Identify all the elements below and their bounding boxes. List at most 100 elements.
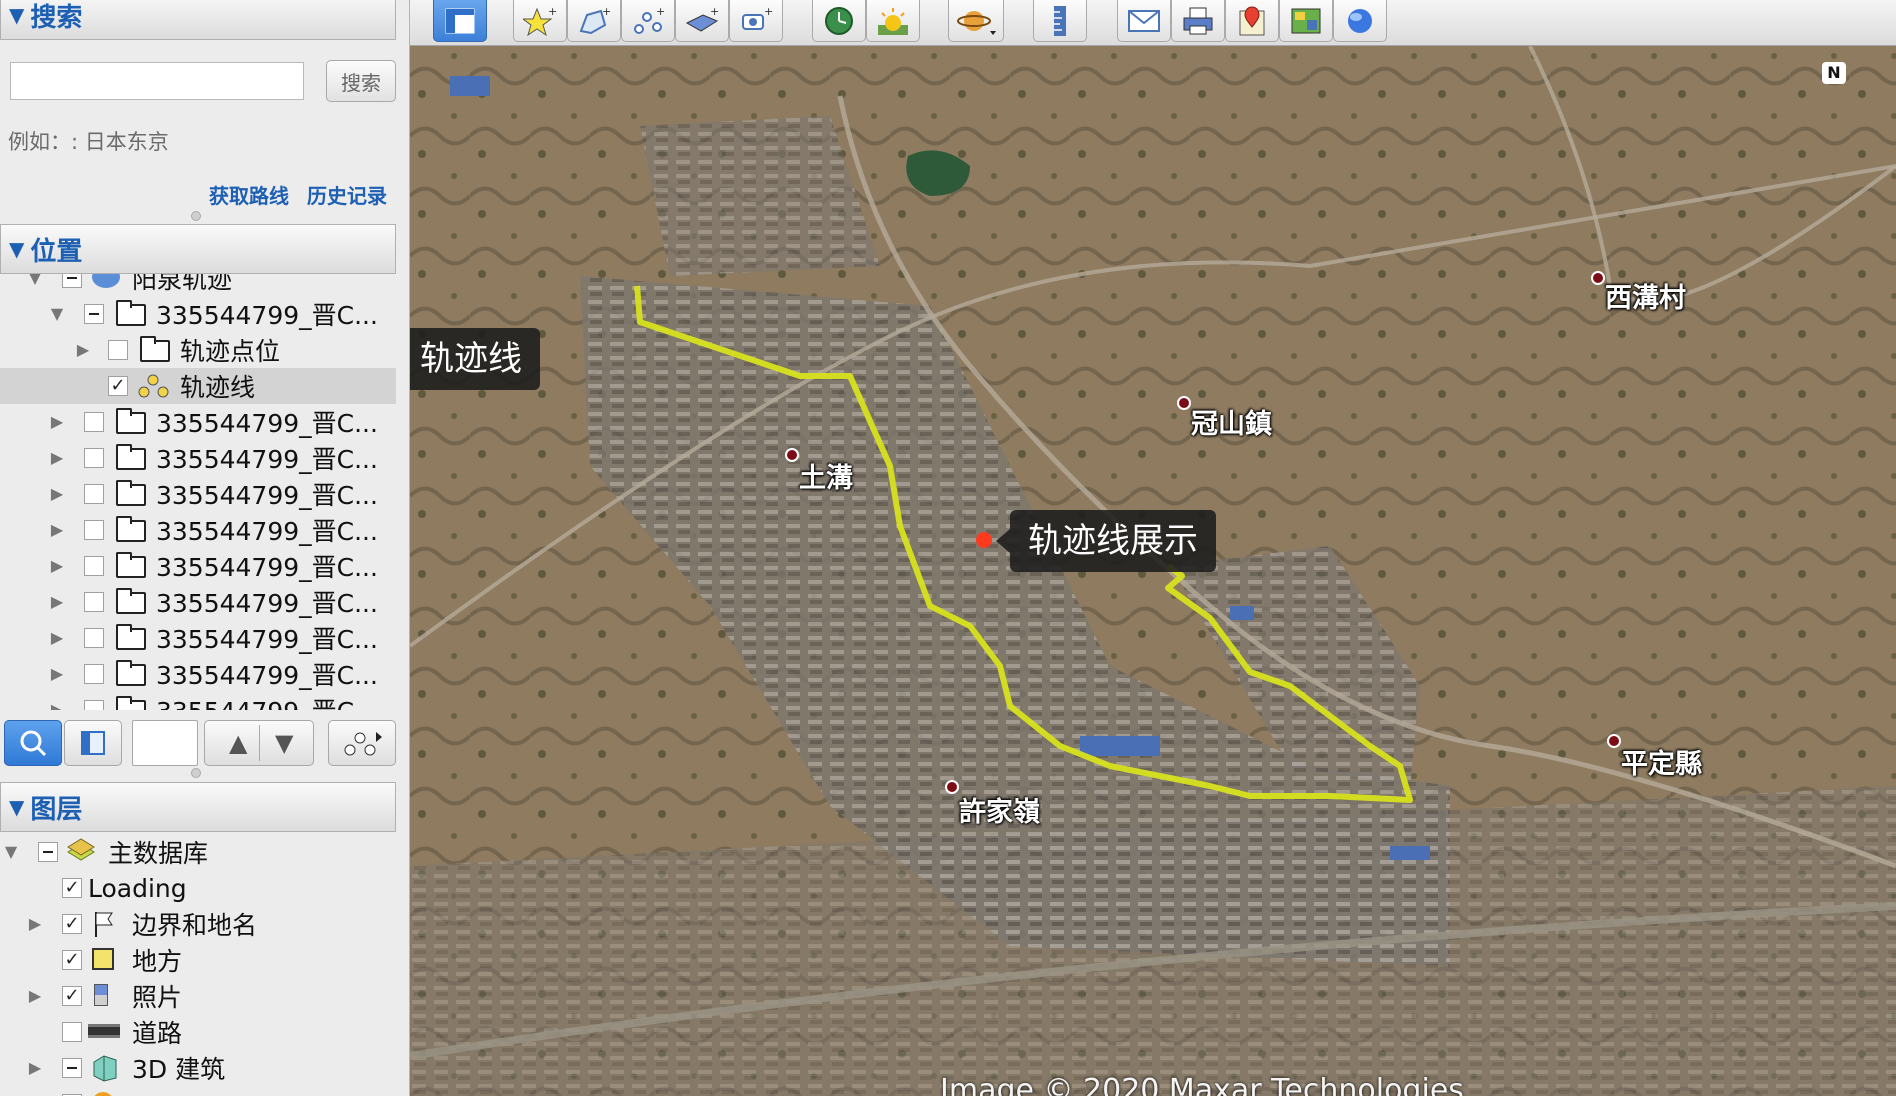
place-pin-icon[interactable]: [785, 448, 799, 462]
tree-row[interactable]: ▶ 335544799_晋C...: [0, 404, 396, 440]
layer-row[interactable]: ▼ 主数据库: [0, 834, 396, 870]
tree-row[interactable]: ▶ 335544799_晋C...: [0, 548, 396, 584]
layers-panel-header[interactable]: ▼ 图层: [0, 782, 396, 832]
switch-planet-button[interactable]: [948, 0, 1004, 42]
tree-row[interactable]: ▶ 轨迹点位: [0, 332, 396, 368]
historical-imagery-button[interactable]: [812, 0, 866, 42]
place-pin-icon[interactable]: [1607, 734, 1621, 748]
checkbox[interactable]: [84, 448, 104, 468]
expand-arrow-icon[interactable]: ▶: [26, 915, 44, 933]
tree-row-selected[interactable]: ✓ 轨迹线: [0, 368, 396, 404]
email-button[interactable]: [1117, 0, 1171, 42]
layers-tree[interactable]: ▼ 主数据库 ✓ Loading ▶ ✓ 边界和地名 ✓ 地方 ▶ ✓ 照片 道…: [0, 834, 396, 1096]
layer-row[interactable]: ▶ ✓ 照片: [0, 978, 396, 1014]
print-button[interactable]: [1171, 0, 1225, 42]
toggle-panel-button[interactable]: [64, 720, 122, 766]
place-pin-icon[interactable]: [1591, 271, 1605, 285]
place-pin-icon[interactable]: [1177, 396, 1191, 410]
search-places-button[interactable]: [4, 720, 62, 766]
place-pin-icon[interactable]: [945, 780, 959, 794]
checkbox[interactable]: [84, 592, 104, 612]
partial-checkbox[interactable]: [84, 304, 104, 324]
add-polygon-button[interactable]: +: [567, 0, 621, 42]
checkbox[interactable]: [62, 1022, 82, 1042]
expand-arrow-icon[interactable]: ▶: [48, 593, 66, 611]
history-link[interactable]: 历史记录: [307, 180, 387, 209]
splitter-handle[interactable]: [191, 211, 201, 221]
google-earth-web-button[interactable]: [1333, 0, 1387, 42]
tour-menu-button[interactable]: [328, 720, 396, 766]
tree-row[interactable]: ▼ 335544799_晋C...: [0, 296, 396, 332]
compass-north-icon[interactable]: N: [1822, 62, 1846, 84]
checkbox-checked[interactable]: ✓: [108, 376, 128, 396]
expand-arrow-icon[interactable]: ▶: [48, 485, 66, 503]
tree-row[interactable]: ▶ 335544799_晋C...: [0, 512, 396, 548]
layer-row[interactable]: ▶ ✓ 边界和地名: [0, 906, 396, 942]
checkbox[interactable]: [84, 520, 104, 540]
places-filter-input[interactable]: [132, 720, 198, 766]
checkbox[interactable]: [84, 628, 104, 648]
add-path-button[interactable]: +: [621, 0, 675, 42]
expand-arrow-icon[interactable]: ▶: [48, 701, 66, 711]
checkbox[interactable]: [84, 484, 104, 504]
expand-arrow-icon[interactable]: ▼: [2, 843, 20, 861]
expand-arrow-icon[interactable]: ▶: [48, 629, 66, 647]
tree-row-root[interactable]: ▼ 阳泉轨迹: [0, 274, 396, 296]
add-image-overlay-button[interactable]: +: [675, 0, 729, 42]
get-route-link[interactable]: 获取路线: [209, 180, 289, 209]
expand-arrow-icon[interactable]: ▶: [48, 521, 66, 539]
map-view[interactable]: N 西溝村 冠山鎮 土溝 平定縣 許家嶺 轨迹线 轨迹线展示 Image © 2…: [410, 46, 1896, 1096]
partial-checkbox[interactable]: [38, 842, 58, 862]
layer-row[interactable]: ✓ 地方: [0, 942, 396, 978]
tree-row[interactable]: ▶ 335544799_晋C...: [0, 656, 396, 692]
expand-arrow-icon[interactable]: ▶: [26, 987, 44, 1005]
place-label[interactable]: 冠山鎮: [1191, 402, 1272, 441]
checkbox[interactable]: [84, 700, 104, 710]
expand-arrow-icon[interactable]: ▼: [26, 274, 44, 287]
place-label[interactable]: 許家嶺: [959, 790, 1040, 829]
expand-arrow-icon[interactable]: ▶: [74, 341, 92, 359]
search-panel-header[interactable]: ▼ 搜索: [0, 0, 396, 40]
search-button[interactable]: 搜索: [326, 60, 396, 102]
search-input[interactable]: [10, 62, 304, 100]
partial-checkbox[interactable]: [62, 274, 82, 288]
expand-arrow-icon[interactable]: ▶: [48, 449, 66, 467]
layer-row[interactable]: ✓ Loading: [0, 870, 396, 906]
ruler-button[interactable]: [1033, 0, 1087, 42]
place-label[interactable]: 西溝村: [1605, 276, 1686, 315]
record-tour-button[interactable]: +: [729, 0, 783, 42]
partial-checkbox[interactable]: [62, 1058, 82, 1078]
checkbox[interactable]: [84, 556, 104, 576]
tree-row[interactable]: ▶ 335544799_晋C...: [0, 584, 396, 620]
layer-row[interactable]: ▶ 3D 建筑: [0, 1050, 396, 1086]
view-in-maps-button[interactable]: [1225, 0, 1279, 42]
arrow-up-icon[interactable]: ▲: [229, 729, 247, 757]
checkbox[interactable]: [108, 340, 128, 360]
tree-row[interactable]: ▶ 335544799_晋C...: [0, 692, 396, 710]
checkbox-checked[interactable]: ✓: [62, 914, 82, 934]
splitter-handle[interactable]: [191, 768, 201, 778]
expand-arrow-icon[interactable]: ▶: [26, 1059, 44, 1077]
expand-arrow-icon[interactable]: ▶: [48, 557, 66, 575]
place-label[interactable]: 平定縣: [1621, 742, 1702, 781]
expand-arrow-icon[interactable]: ▶: [48, 665, 66, 683]
checkbox-checked[interactable]: ✓: [62, 878, 82, 898]
checkbox[interactable]: [84, 412, 104, 432]
checkbox-checked[interactable]: ✓: [62, 950, 82, 970]
tree-row[interactable]: ▶ 335544799_晋C...: [0, 440, 396, 476]
tree-row[interactable]: ▶ 335544799_晋C...: [0, 476, 396, 512]
sidebar-toggle-button[interactable]: [433, 0, 487, 42]
checkbox[interactable]: [84, 664, 104, 684]
arrow-down-icon[interactable]: ▼: [275, 729, 293, 757]
expand-arrow-icon[interactable]: ▶: [48, 413, 66, 431]
places-panel-header[interactable]: ▼ 位置: [0, 224, 396, 274]
places-tree[interactable]: ▼ 阳泉轨迹 ▼ 335544799_晋C... ▶ 轨迹点位 ✓ 轨迹线 ▶ …: [0, 274, 396, 710]
layer-row[interactable]: 道路: [0, 1014, 396, 1050]
place-label[interactable]: 土溝: [799, 456, 853, 495]
save-image-button[interactable]: [1279, 0, 1333, 42]
expand-arrow-icon[interactable]: ▼: [48, 305, 66, 323]
checkbox-checked[interactable]: ✓: [62, 986, 82, 1006]
layer-row-partial[interactable]: [0, 1086, 396, 1096]
tree-row[interactable]: ▶ 335544799_晋C...: [0, 620, 396, 656]
sunlight-button[interactable]: [866, 0, 920, 42]
